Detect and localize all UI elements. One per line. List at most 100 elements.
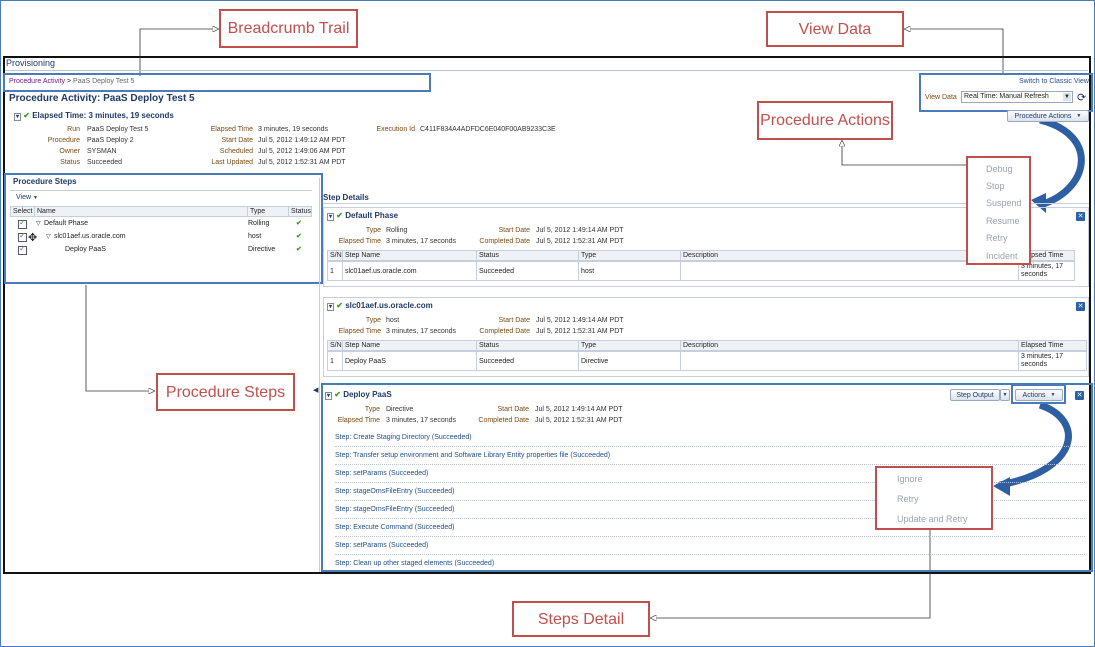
menu-item-retry[interactable]: Retry: [986, 233, 1008, 243]
table-row[interactable]: 1 slc01aef.us.oracle.com Succeeded host …: [327, 261, 1075, 281]
row-type: host: [248, 233, 262, 240]
step-link[interactable]: Step: Transfer setup environment and Sof…: [335, 448, 1085, 465]
view-data-value: Real Time: Manual Refresh: [964, 93, 1049, 100]
menu-item-update-and-retry[interactable]: Update and Retry: [897, 514, 968, 524]
step-actions-menu: Ignore Retry Update and Retry: [875, 466, 993, 530]
procedure-actions-button[interactable]: Procedure Actions ▼: [1007, 110, 1089, 122]
col-step-name: Step Name: [342, 341, 476, 350]
row-checkbox[interactable]: [18, 231, 27, 242]
col-type: Type: [578, 251, 680, 260]
close-icon[interactable]: ✕: [1076, 302, 1085, 311]
elapsed-value: 3 minutes, 19 seconds: [258, 126, 329, 133]
run-value: PaaS Deploy Test 5: [87, 126, 149, 133]
step-link[interactable]: Step: Create Staging Directory (Succeede…: [335, 430, 1085, 447]
collapse-icon[interactable]: ▾: [14, 113, 22, 121]
table-row[interactable]: Deploy PaaS Directive ✔: [10, 244, 312, 256]
chevron-down-icon: ▼: [1063, 93, 1071, 101]
menu-item-ignore[interactable]: Ignore: [897, 474, 923, 484]
step-link[interactable]: Step: Clean up other staged elements (Su…: [335, 556, 1085, 572]
procedure-actions-label: Procedure Actions: [1014, 112, 1072, 120]
success-check-icon: ✔: [336, 301, 343, 310]
close-icon[interactable]: ✕: [1076, 212, 1085, 221]
collapse-icon[interactable]: ▾: [327, 303, 335, 311]
procedure-steps-rows: ▽ Default Phase Rolling ✔ ✥ ▽ slc01aef.u…: [10, 218, 312, 256]
row-checkbox[interactable]: [18, 218, 27, 229]
completed-date-value: Jul 5, 2012 1:52:31 AM PDT: [536, 328, 624, 335]
table-row[interactable]: ✥ ▽ slc01aef.us.oracle.com host ✔: [10, 231, 312, 244]
completed-date-label: Completed Date: [479, 238, 530, 245]
breadcrumb-current: PaaS Deploy Test 5: [73, 78, 135, 85]
collapse-panel-icon[interactable]: ◀: [313, 386, 318, 394]
menu-item-retry[interactable]: Retry: [897, 494, 919, 504]
callout-breadcrumb-trail: Breadcrumb Trail: [219, 9, 358, 48]
view-menu-label: View: [16, 194, 32, 201]
type-value: Rolling: [386, 227, 408, 234]
completed-date-value: Jul 5, 2012 1:52:31 AM PDT: [536, 238, 624, 245]
phase-table-header: S/N Step Name Status Type Description El…: [327, 250, 1075, 261]
row-name: Deploy PaaS: [65, 246, 106, 253]
start-date-value: Jul 5, 2012 1:49:12 AM PDT: [258, 137, 346, 144]
start-date-value: Jul 5, 2012 1:49:14 AM PDT: [536, 227, 624, 234]
view-menu[interactable]: View ▼: [16, 194, 38, 201]
breadcrumb-parent-link[interactable]: Procedure Activity: [9, 78, 65, 85]
col-status: Status: [476, 251, 578, 260]
elapsed-value: 3 minutes, 17 seconds: [386, 417, 457, 424]
callout-procedure-actions: Procedure Actions: [757, 101, 893, 140]
header-divider: [5, 70, 1088, 71]
step-link[interactable]: Step: setParams (Succeeded): [335, 538, 1085, 555]
completed-date-label: Completed Date: [479, 328, 530, 335]
elapsed-value: 3 minutes, 17 seconds: [386, 328, 457, 335]
step-output-dropdown-icon[interactable]: ▼: [1000, 389, 1010, 401]
menu-item-resume[interactable]: Resume: [986, 216, 1020, 226]
col-status: Status: [288, 207, 313, 216]
phase-name: Default Phase: [345, 211, 399, 220]
menu-item-incident[interactable]: Incident: [986, 251, 1018, 261]
success-check-icon: ✔: [23, 111, 30, 120]
col-select: Select: [13, 208, 33, 215]
view-data-select[interactable]: Real Time: Manual Refresh ▼: [961, 91, 1073, 103]
expand-icon[interactable]: ▽: [46, 233, 51, 240]
directive-name: Deploy PaaS: [343, 390, 392, 399]
row-type: Rolling: [248, 220, 270, 227]
execution-id-label: Execution Id: [376, 126, 415, 133]
step-output-button[interactable]: Step Output: [950, 389, 1000, 401]
elapsed-label: Elapsed Time: [210, 126, 253, 133]
scheduled-value: Jul 5, 2012 1:49:06 AM PDT: [258, 148, 346, 155]
cell-elapsed: 3 minutes, 17 seconds: [1018, 352, 1088, 370]
procedure-actions-menu: Debug Stop Suspend Resume Retry Incident: [966, 156, 1031, 265]
expand-icon[interactable]: ▽: [36, 220, 41, 227]
row-checkbox[interactable]: [18, 244, 27, 255]
refresh-icon[interactable]: ⟳: [1077, 91, 1086, 104]
default-phase-heading: ▾ ✔ Default Phase: [327, 211, 399, 221]
app-title: Provisioning: [6, 58, 56, 68]
table-row[interactable]: ▽ Default Phase Rolling ✔: [10, 218, 312, 230]
procedure-steps-header: Select Name Type Status: [10, 206, 312, 217]
scheduled-label: Scheduled: [219, 148, 253, 155]
host-table-header: S/N Step Name Status Type Description El…: [327, 340, 1087, 351]
success-check-icon: ✔: [296, 233, 302, 240]
collapse-icon[interactable]: ▾: [325, 392, 333, 400]
elapsed-heading-text: Elapsed Time: 3 minutes, 19 seconds: [32, 111, 174, 120]
chevron-down-icon: ▼: [1076, 113, 1082, 119]
host-heading: ▾ ✔ slc01aef.us.oracle.com: [327, 301, 433, 311]
menu-item-suspend[interactable]: Suspend: [986, 198, 1022, 208]
success-check-icon: ✔: [296, 220, 302, 227]
cell-status: Succeeded: [476, 352, 578, 370]
menu-item-debug[interactable]: Debug: [986, 164, 1013, 174]
splitter[interactable]: [319, 178, 320, 572]
procedure-value: PaaS Deploy 2: [87, 137, 134, 144]
elapsed-label: Elapsed Time: [338, 238, 381, 245]
start-date-value: Jul 5, 2012 1:49:14 AM PDT: [535, 406, 623, 413]
collapse-icon[interactable]: ▾: [327, 213, 335, 221]
start-date-label: Start Date: [221, 137, 253, 144]
cell-status: Succeeded: [476, 262, 578, 280]
menu-item-stop[interactable]: Stop: [986, 181, 1005, 191]
type-label: Type: [365, 317, 381, 324]
actions-button[interactable]: Actions ▼: [1015, 389, 1063, 401]
table-row[interactable]: 1 Deploy PaaS Succeeded Directive 3 minu…: [327, 351, 1087, 371]
col-status: Status: [476, 341, 578, 350]
steps-divider: [10, 190, 312, 191]
cell-sn: 1: [330, 357, 334, 365]
breadcrumb: Procedure Activity > PaaS Deploy Test 5: [9, 78, 134, 85]
close-icon[interactable]: ✕: [1075, 391, 1084, 400]
